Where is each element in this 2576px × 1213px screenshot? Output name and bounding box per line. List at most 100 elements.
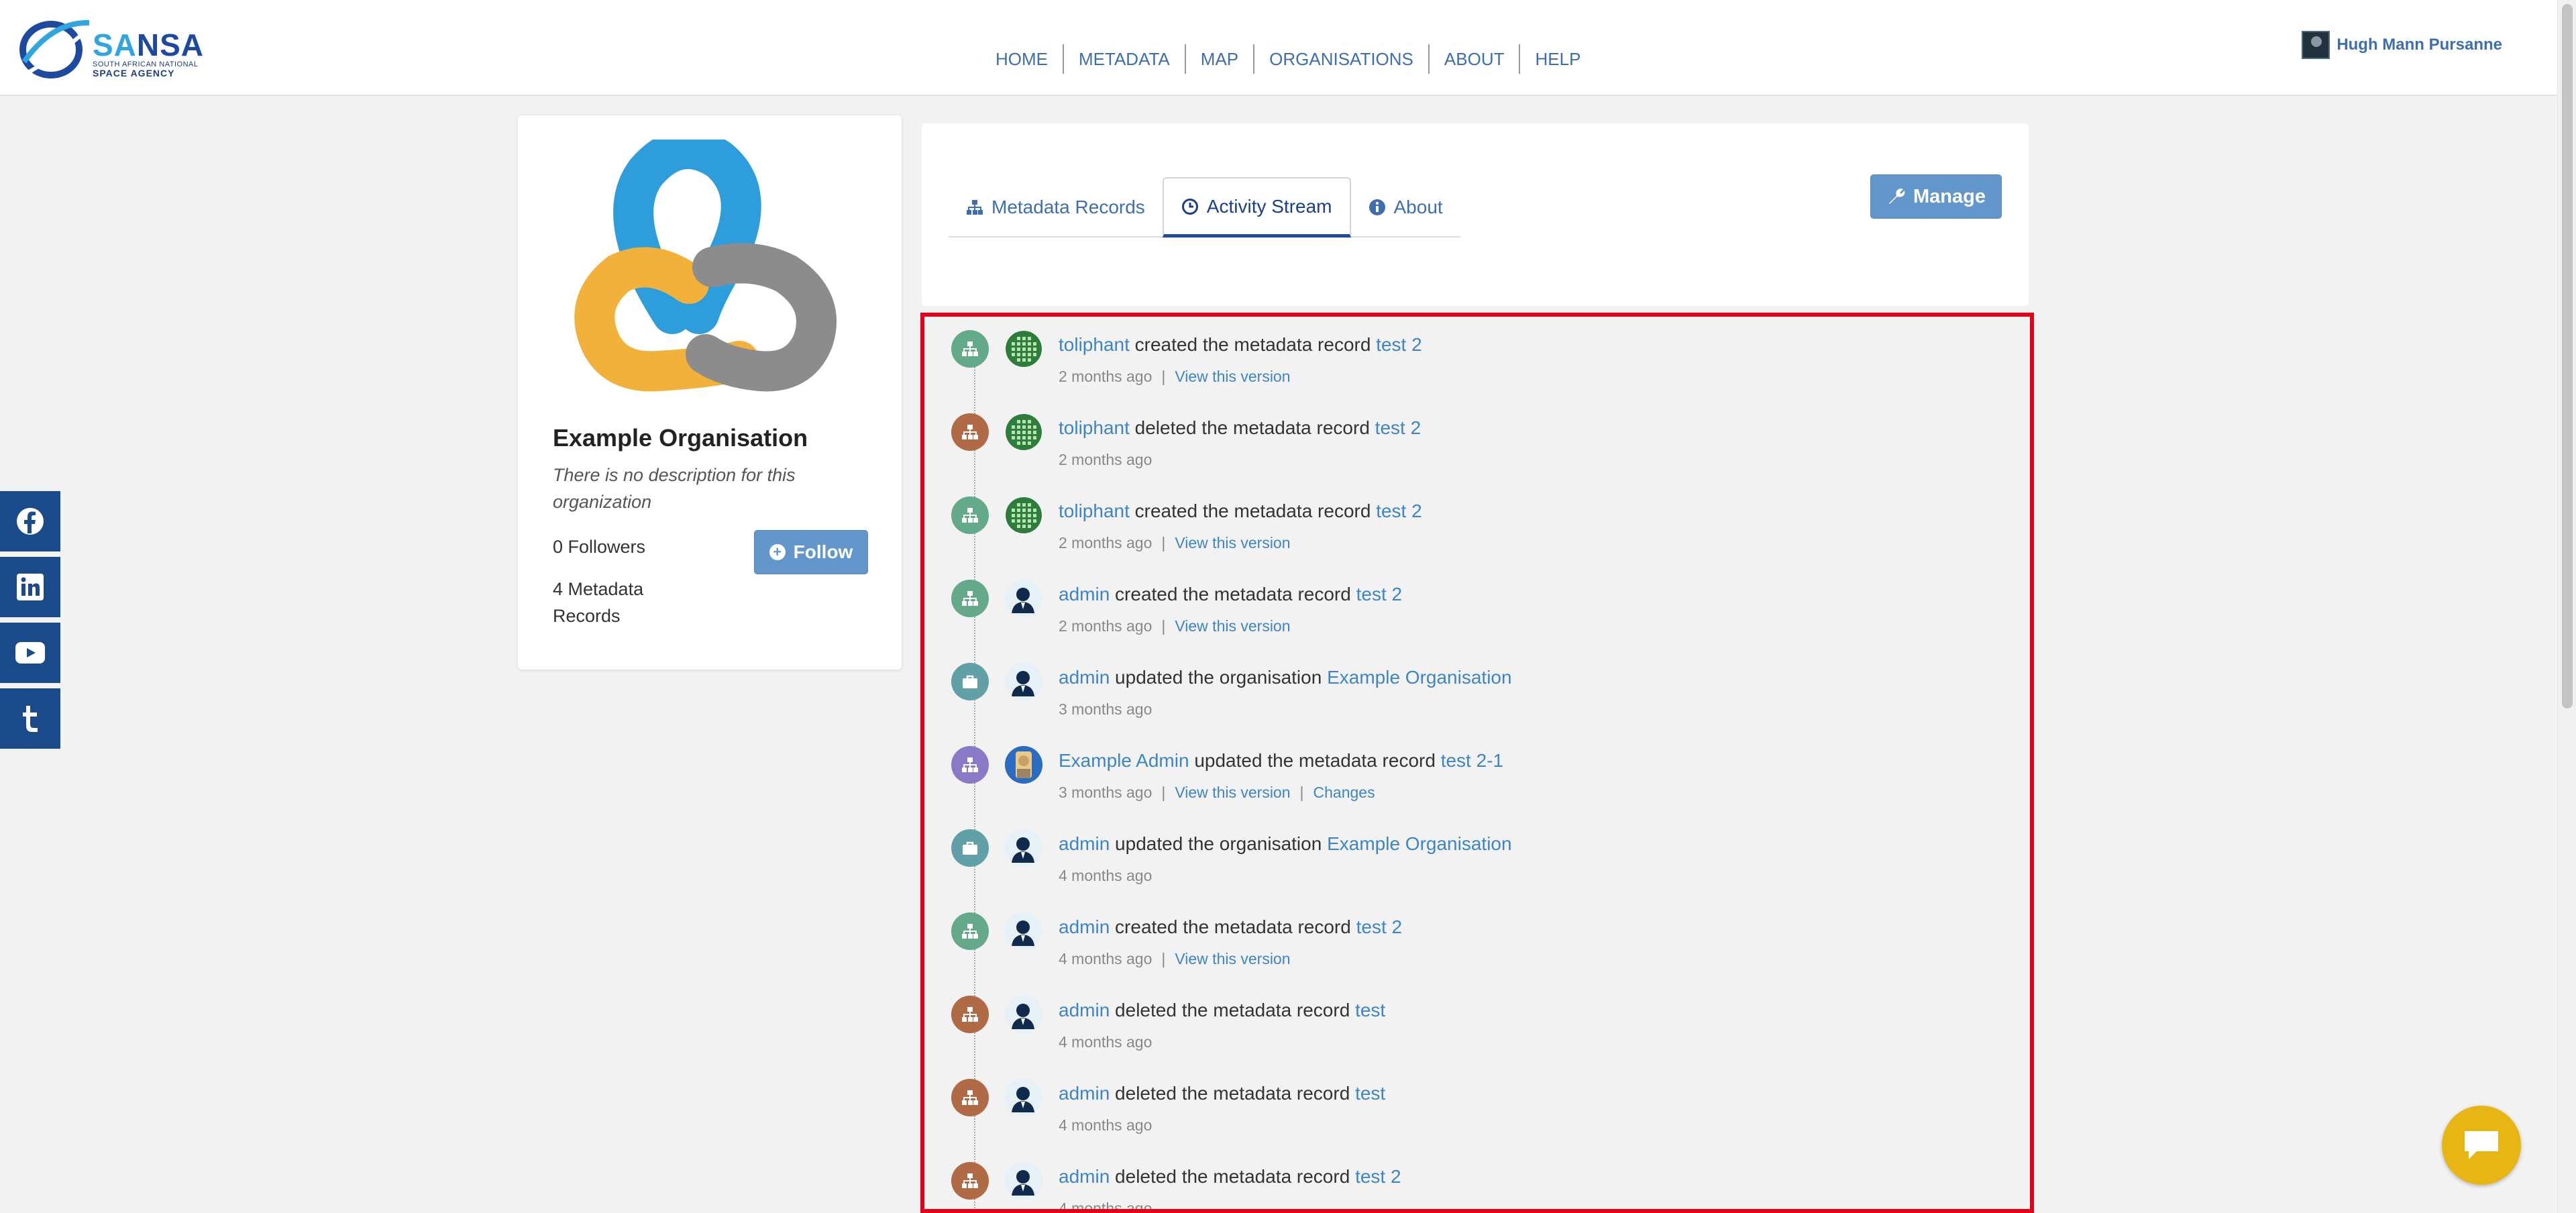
actor-link[interactable]: admin bbox=[1059, 1166, 1110, 1187]
tab-about[interactable]: About bbox=[1351, 177, 1460, 238]
organisation-logo bbox=[574, 140, 837, 392]
activity-action: updated the metadata record bbox=[1194, 750, 1436, 771]
actor-link[interactable]: admin bbox=[1059, 1000, 1110, 1020]
target-link[interactable]: Example Organisation bbox=[1327, 833, 1511, 854]
actor-link[interactable]: admin bbox=[1059, 667, 1110, 688]
chat-button[interactable] bbox=[2442, 1106, 2521, 1185]
view-version-link[interactable]: View this version bbox=[1175, 617, 1290, 635]
plus-circle-icon: + bbox=[769, 544, 786, 560]
actor-link[interactable]: admin bbox=[1059, 833, 1110, 854]
record-created-icon bbox=[951, 580, 989, 617]
nav-metadata[interactable]: METADATA bbox=[1064, 44, 1186, 74]
actor-avatar[interactable] bbox=[1005, 413, 1042, 451]
nav-help[interactable]: HELP bbox=[1520, 44, 1595, 74]
logo-agency: SPACE AGENCY bbox=[93, 68, 175, 78]
actor-avatar[interactable] bbox=[1005, 663, 1042, 700]
activity-meta: 4 months ago | View this version bbox=[1059, 950, 1291, 968]
separator: | bbox=[1161, 950, 1166, 967]
actor-link[interactable]: toliphant bbox=[1059, 417, 1130, 438]
actor-avatar[interactable] bbox=[1005, 1162, 1042, 1200]
activity-meta: 4 months ago bbox=[1059, 867, 1152, 885]
activity-stream: toliphant created the metadata record te… bbox=[920, 313, 2034, 1213]
activity-time: 2 months ago bbox=[1059, 451, 1152, 468]
sitemap-icon bbox=[967, 200, 983, 215]
target-link[interactable]: test 2 bbox=[1356, 916, 1402, 937]
nav-home[interactable]: HOME bbox=[983, 44, 1064, 74]
user-menu[interactable]: Hugh Mann Pursanne bbox=[2302, 31, 2502, 59]
separator: | bbox=[1161, 534, 1166, 551]
activity-time: 4 months ago bbox=[1059, 1200, 1152, 1213]
activity-time: 3 months ago bbox=[1059, 700, 1152, 718]
nav-about[interactable]: ABOUT bbox=[1430, 44, 1521, 74]
activity-meta: 2 months ago | View this version bbox=[1059, 368, 1291, 386]
scroll-thumb[interactable] bbox=[2562, 4, 2573, 708]
facebook-button[interactable] bbox=[0, 491, 60, 551]
activity-action: deleted the metadata record bbox=[1115, 1083, 1350, 1104]
actor-avatar[interactable] bbox=[1005, 1079, 1042, 1116]
activity-time: 4 months ago bbox=[1059, 1033, 1152, 1051]
linkedin-button[interactable] bbox=[0, 557, 60, 617]
view-version-link[interactable]: View this version bbox=[1175, 534, 1290, 551]
organisation-description: There is no description for this organiz… bbox=[553, 465, 796, 512]
swoosh-icon bbox=[19, 19, 90, 78]
activity-text: admin deleted the metadata record test 2 bbox=[1059, 1166, 1401, 1188]
tab-activity-stream[interactable]: Activity Stream bbox=[1162, 177, 1351, 238]
activity-item: admin updated the organisation Example O… bbox=[951, 657, 1998, 725]
youtube-button[interactable] bbox=[0, 623, 60, 683]
manage-button[interactable]: Manage bbox=[1870, 174, 2002, 219]
user-name: Hugh Mann Pursanne bbox=[2337, 36, 2502, 54]
actor-link[interactable]: toliphant bbox=[1059, 500, 1130, 521]
actor-avatar[interactable] bbox=[1005, 496, 1042, 534]
activity-meta: 4 months ago bbox=[1059, 1200, 1152, 1213]
target-link[interactable]: test bbox=[1355, 1083, 1385, 1104]
organisation-icon bbox=[951, 663, 989, 700]
tumblr-button[interactable] bbox=[0, 688, 60, 749]
separator: | bbox=[1161, 368, 1166, 385]
activity-action: updated the organisation bbox=[1115, 667, 1322, 688]
actor-avatar[interactable] bbox=[1005, 746, 1042, 784]
activity-time: 2 months ago bbox=[1059, 617, 1152, 635]
activity-time: 4 months ago bbox=[1059, 950, 1152, 967]
activity-time: 2 months ago bbox=[1059, 368, 1152, 385]
nav-organisations[interactable]: ORGANISATIONS bbox=[1254, 44, 1430, 74]
actor-avatar[interactable] bbox=[1005, 912, 1042, 950]
actor-link[interactable]: toliphant bbox=[1059, 334, 1130, 355]
actor-link[interactable]: Example Admin bbox=[1059, 750, 1189, 771]
actor-avatar[interactable] bbox=[1005, 996, 1042, 1033]
target-link[interactable]: test 2 bbox=[1375, 417, 1421, 438]
nav-map[interactable]: MAP bbox=[1186, 44, 1255, 74]
target-link[interactable]: test 2 bbox=[1376, 500, 1421, 521]
follow-button[interactable]: + Follow bbox=[754, 530, 868, 574]
actor-avatar[interactable] bbox=[1005, 829, 1042, 867]
activity-action: created the metadata record bbox=[1115, 916, 1351, 937]
changes-link[interactable]: Changes bbox=[1313, 784, 1375, 801]
activity-item: admin created the metadata record test 2… bbox=[951, 907, 1998, 974]
activity-item: admin deleted the metadata record test 2… bbox=[951, 1157, 1998, 1213]
activity-text: admin updated the organisation Example O… bbox=[1059, 667, 1512, 688]
actor-avatar[interactable] bbox=[1005, 330, 1042, 368]
actor-link[interactable]: admin bbox=[1059, 584, 1110, 604]
tab-metadata-records[interactable]: Metadata Records bbox=[949, 177, 1163, 238]
view-version-link[interactable]: View this version bbox=[1175, 784, 1290, 801]
target-link[interactable]: test 2-1 bbox=[1441, 750, 1503, 771]
sansa-logo[interactable]: SANSA SOUTH AFRICAN NATIONAL SPACE AGENC… bbox=[19, 15, 203, 82]
clock-icon bbox=[1181, 198, 1198, 215]
actor-avatar[interactable] bbox=[1005, 580, 1042, 617]
target-link[interactable]: Example Organisation bbox=[1327, 667, 1511, 688]
organisation-card: Example Organisation There is no descrip… bbox=[518, 115, 902, 670]
activity-action: deleted the metadata record bbox=[1115, 1166, 1350, 1187]
record-deleted-icon bbox=[951, 1079, 989, 1116]
target-link[interactable]: test 2 bbox=[1355, 1166, 1401, 1187]
scrollbar[interactable] bbox=[2557, 0, 2576, 1213]
target-link[interactable]: test bbox=[1355, 1000, 1385, 1020]
actor-link[interactable]: admin bbox=[1059, 1083, 1110, 1104]
tab-label: About bbox=[1393, 197, 1443, 217]
activity-time: 4 months ago bbox=[1059, 867, 1152, 884]
actor-link[interactable]: admin bbox=[1059, 916, 1110, 937]
target-link[interactable]: test 2 bbox=[1376, 334, 1421, 355]
followers-count: 0 Followers bbox=[553, 537, 646, 557]
view-version-link[interactable]: View this version bbox=[1175, 368, 1290, 385]
activity-text: toliphant deleted the metadata record te… bbox=[1059, 417, 1421, 439]
target-link[interactable]: test 2 bbox=[1356, 584, 1402, 604]
view-version-link[interactable]: View this version bbox=[1175, 950, 1290, 967]
